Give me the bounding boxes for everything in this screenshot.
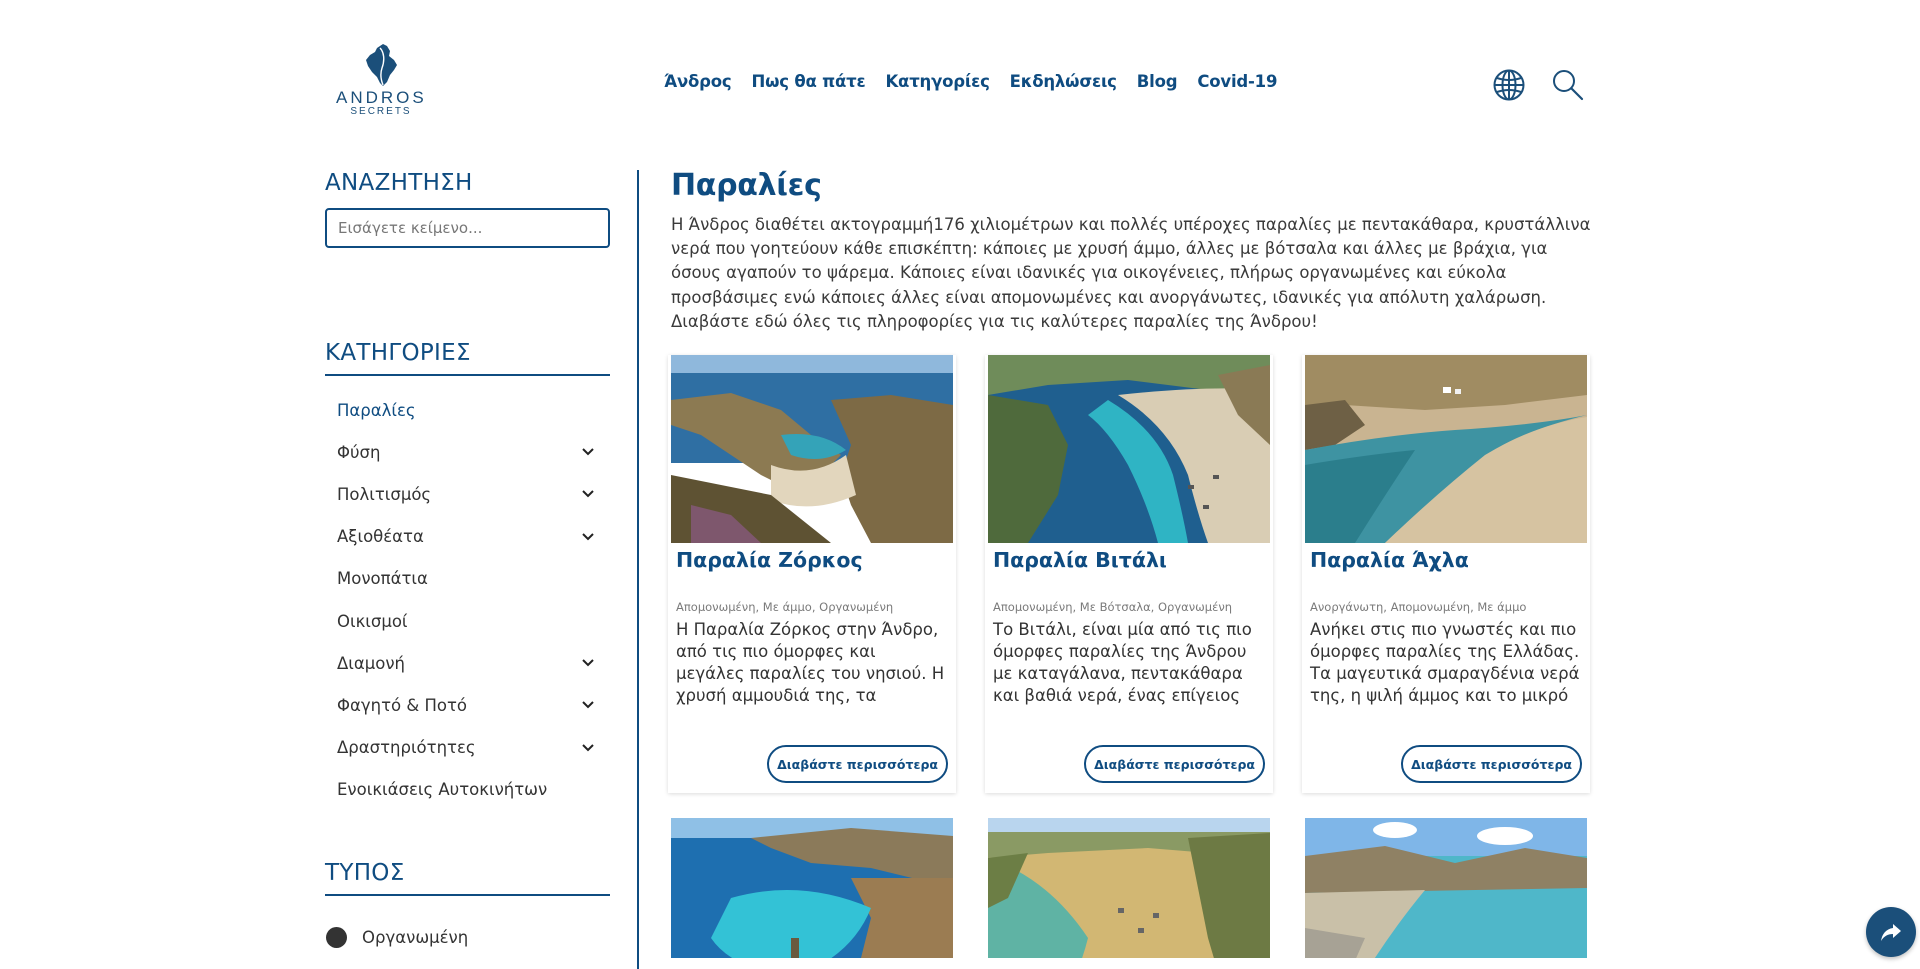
read-more-button[interactable]: Διαβάστε περισσότερα — [1084, 745, 1265, 783]
read-more-button[interactable]: Διαβάστε περισσότερα — [767, 745, 948, 783]
card-tags: Απομονωμένη, Με Βότσαλα, Οργανωμένη — [993, 600, 1233, 614]
card-description: Το Βιτάλι, είναι μία από τις πιο όμορφες… — [993, 620, 1252, 705]
category-item-villages[interactable]: Οικισμοί — [325, 600, 610, 642]
chevron-down-icon[interactable] — [580, 697, 596, 713]
radio-button[interactable] — [326, 927, 347, 948]
page-title: Παραλίες — [671, 168, 822, 203]
category-item-sights[interactable]: Αξιοθέατα — [325, 516, 610, 558]
beach-image[interactable] — [988, 355, 1270, 543]
card-tags: Απομονωμένη, Με άμμο, Οργανωμένη — [676, 600, 894, 614]
main-nav: Άνδρος Πως θα πάτε Κατηγορίες Εκδηλώσεις… — [664, 72, 1277, 91]
share-button[interactable] — [1866, 907, 1916, 957]
nav-item-blog[interactable]: Blog — [1137, 72, 1178, 91]
chevron-down-icon[interactable] — [580, 444, 596, 460]
sidebar: ΑΝΑΖΗΤΗΣΗ ΚΑΤΗΓΟΡΙΕΣ Παραλίες Φύση Πολιτ… — [325, 170, 610, 948]
beach-image[interactable] — [671, 818, 953, 958]
beach-image[interactable] — [1305, 355, 1587, 543]
beach-card-grid: Παραλία Ζόρκος Απομονωμένη, Με άμμο, Οργ… — [668, 355, 1594, 958]
category-item-nature[interactable]: Φύση — [325, 431, 610, 473]
category-label: Παραλίες — [337, 400, 416, 420]
chevron-down-icon[interactable] — [580, 529, 596, 545]
type-section: ΤΥΠΟΣ Οργανωμένη — [325, 860, 610, 948]
andros-map-icon — [366, 44, 397, 86]
card-title[interactable]: Παραλία Ζόρκος — [668, 548, 956, 598]
beach-image[interactable] — [1305, 818, 1587, 958]
category-label: Φαγητό & Ποτό — [337, 695, 468, 715]
beach-card — [668, 818, 956, 958]
brand-tagline: SECRETS — [350, 106, 412, 117]
globe-icon[interactable] — [1492, 68, 1526, 102]
site-header: ANDROS SECRETS Άνδρος Πως θα πάτε Κατηγο… — [0, 0, 1920, 150]
beach-card: Παραλία Ζόρκος Απομονωμένη, Με άμμο, Οργ… — [668, 355, 956, 793]
category-list: Παραλίες Φύση Πολιτισμός Αξιοθέατα Μονοπ… — [325, 389, 610, 811]
beach-card — [985, 818, 1273, 958]
category-label: Αξιοθέατα — [337, 527, 424, 547]
category-label: Πολιτισμός — [337, 484, 432, 504]
nav-item-andros[interactable]: Άνδρος — [664, 72, 732, 91]
read-more-button[interactable]: Διαβάστε περισσότερα — [1401, 745, 1582, 783]
category-label: Ενοικιάσεις Αυτοκινήτων — [337, 780, 548, 800]
category-label: Διαμονή — [337, 653, 406, 673]
category-item-beaches[interactable]: Παραλίες — [325, 389, 610, 431]
site-logo[interactable]: ANDROS SECRETS — [336, 42, 426, 128]
type-title: ΤΥΠΟΣ — [325, 860, 405, 886]
nav-item-how-to-get[interactable]: Πως θα πάτε — [751, 72, 865, 91]
category-item-trails[interactable]: Μονοπάτια — [325, 558, 610, 600]
category-item-activities[interactable]: Δραστηριότητες — [325, 727, 610, 769]
search-title: ΑΝΑΖΗΤΗΣΗ — [325, 170, 473, 196]
sidebar-divider — [637, 170, 639, 969]
category-item-food-drink[interactable]: Φαγητό & Ποτό — [325, 684, 610, 726]
search-input[interactable] — [325, 208, 610, 248]
category-item-culture[interactable]: Πολιτισμός — [325, 473, 610, 515]
beach-image[interactable] — [671, 355, 953, 543]
type-option-organized[interactable]: Οργανωμένη — [325, 927, 610, 948]
categories-title: ΚΑΤΗΓΟΡΙΕΣ — [325, 340, 471, 366]
chevron-down-icon[interactable] — [580, 486, 596, 502]
card-description: Ανήκει στις πιο γνωστές και πιο όμορφες … — [1310, 620, 1580, 705]
beach-card: Παραλία Άχλα Ανοργάνωτη, Απομονωμένη, Με… — [1302, 355, 1590, 793]
category-label: Δραστηριότητες — [337, 738, 476, 758]
search-icon[interactable] — [1551, 68, 1585, 102]
beach-card: Παραλία Βιτάλι Απομονωμένη, Με Βότσαλα, … — [985, 355, 1273, 793]
beach-card — [1302, 818, 1590, 958]
card-title[interactable]: Παραλία Άχλα — [1302, 548, 1590, 598]
category-label: Οικισμοί — [337, 611, 408, 631]
chevron-down-icon[interactable] — [580, 655, 596, 671]
nav-item-events[interactable]: Εκδηλώσεις — [1010, 72, 1117, 91]
nav-item-covid[interactable]: Covid-19 — [1197, 72, 1277, 91]
beach-image[interactable] — [988, 818, 1270, 958]
type-option-label: Οργανωμένη — [362, 928, 469, 947]
main-content: Παραλίες Η Άνδρος διαθέτει ακτογραμμή176… — [671, 168, 1593, 334]
intro-text: Η Άνδρος διαθέτει ακτογραμμή176 χιλιομέτ… — [671, 215, 1591, 331]
chevron-down-icon[interactable] — [580, 740, 596, 756]
card-tags: Ανοργάνωτη, Απομονωμένη, Με άμμο — [1310, 600, 1527, 614]
card-title[interactable]: Παραλία Βιτάλι — [985, 548, 1273, 598]
categories-section: ΚΑΤΗΓΟΡΙΕΣ Παραλίες Φύση Πολιτισμός Αξιο… — [325, 340, 610, 811]
category-label: Μονοπάτια — [337, 569, 428, 589]
brand-name: ANDROS — [336, 88, 427, 107]
card-description: Η Παραλία Ζόρκος στην Άνδρο, από τις πιο… — [676, 620, 945, 705]
share-icon — [1881, 924, 1901, 941]
category-label: Φύση — [337, 442, 381, 462]
category-item-accommodation[interactable]: Διαμονή — [325, 642, 610, 684]
category-item-car-rentals[interactable]: Ενοικιάσεις Αυτοκινήτων — [325, 769, 610, 811]
nav-item-categories[interactable]: Κατηγορίες — [885, 72, 989, 91]
